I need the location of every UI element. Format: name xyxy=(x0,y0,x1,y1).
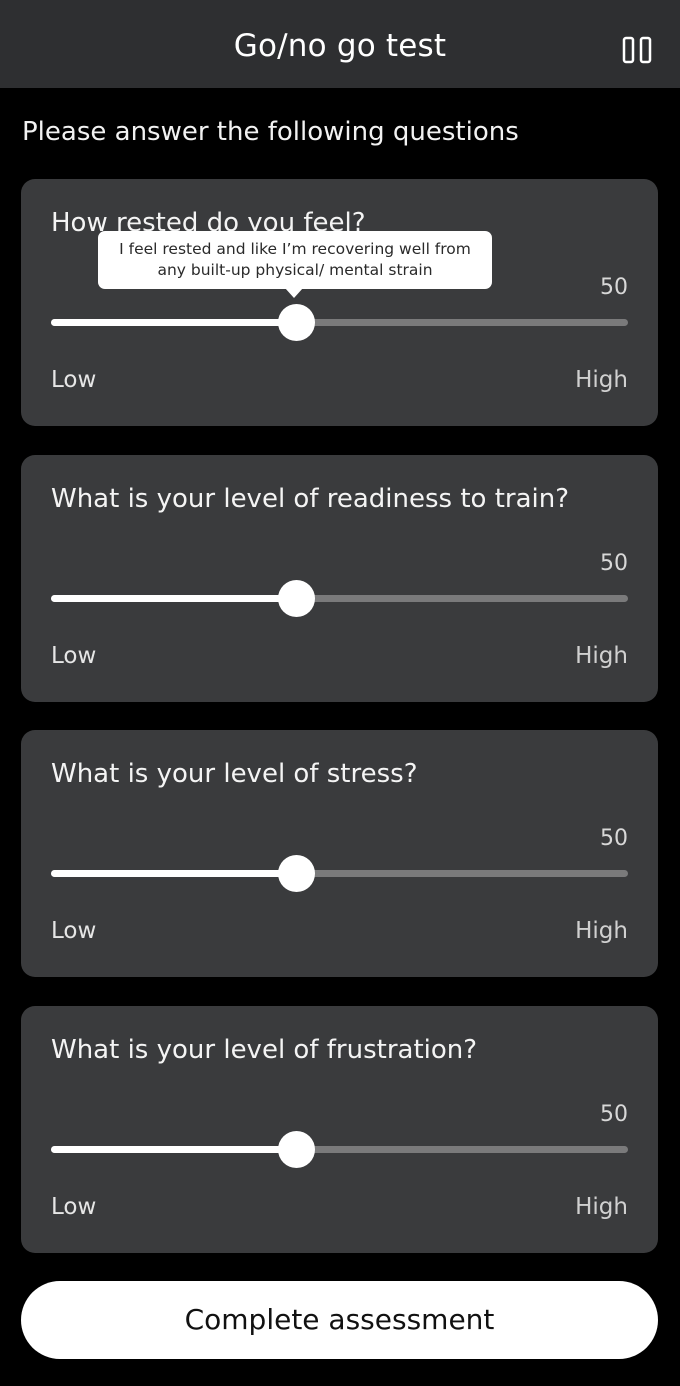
slider-thumb[interactable] xyxy=(278,1131,316,1168)
slider-low-label: Low xyxy=(51,367,97,393)
question-card-readiness: What is your level of readiness to train… xyxy=(21,455,658,702)
tooltip-arrow xyxy=(285,288,303,298)
slider-rested[interactable] xyxy=(51,304,628,341)
slider-low-label: Low xyxy=(51,643,97,669)
slider-fill xyxy=(51,319,297,326)
question-label: What is your level of stress? xyxy=(51,759,418,789)
question-label: What is your level of readiness to train… xyxy=(51,484,570,514)
slider-thumb[interactable] xyxy=(278,580,316,617)
page-title: Go/no go test xyxy=(233,28,447,64)
question-card-stress: What is your level of stress? 50 Low Hig… xyxy=(21,730,658,977)
slider-stress[interactable] xyxy=(51,855,628,892)
slider-fill xyxy=(51,1146,297,1153)
question-card-rested: How rested do you feel? I feel rested an… xyxy=(21,179,658,426)
question-label: What is your level of frustration? xyxy=(51,1035,478,1065)
slider-thumb[interactable] xyxy=(278,304,316,341)
question-card-frustration: What is your level of frustration? 50 Lo… xyxy=(21,1006,658,1253)
slider-frustration[interactable] xyxy=(51,1131,628,1168)
slider-thumb[interactable] xyxy=(278,855,316,892)
slider-value: 50 xyxy=(600,1102,628,1127)
pause-icon[interactable] xyxy=(622,36,652,64)
slider-fill xyxy=(51,870,297,877)
slider-high-label: High xyxy=(575,1194,628,1220)
tooltip-text: I feel rested and like I’m recovering we… xyxy=(119,240,471,279)
slider-high-label: High xyxy=(575,367,628,393)
slider-high-label: High xyxy=(575,643,628,669)
instructions-text: Please answer the following questions xyxy=(22,117,519,147)
complete-assessment-button[interactable]: Complete assessment xyxy=(21,1281,658,1359)
slider-fill xyxy=(51,595,297,602)
slider-readiness[interactable] xyxy=(51,580,628,617)
slider-low-label: Low xyxy=(51,918,97,944)
slider-value: 50 xyxy=(600,275,628,300)
slider-low-label: Low xyxy=(51,1194,97,1220)
slider-high-label: High xyxy=(575,918,628,944)
app-header: Go/no go test xyxy=(0,0,680,88)
slider-value: 50 xyxy=(600,551,628,576)
slider-tooltip: I feel rested and like I’m recovering we… xyxy=(98,231,492,298)
slider-value: 50 xyxy=(600,826,628,851)
